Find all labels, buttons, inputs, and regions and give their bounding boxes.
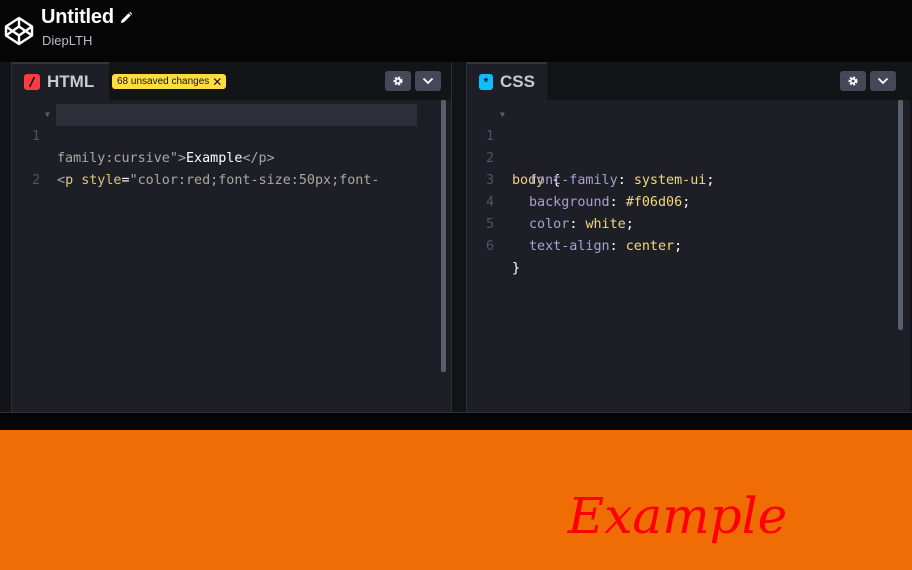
pencil-icon[interactable] (119, 11, 133, 25)
css-code-editor[interactable]: 1 ▼ body { 2 font-family: system-ui; 3 b… (467, 100, 910, 412)
html-icon (24, 74, 40, 90)
close-icon[interactable]: ✕ (212, 75, 222, 89)
tab-html-label: HTML (47, 72, 95, 91)
result-preview: Example (0, 430, 912, 570)
fold-arrow-icon[interactable]: ▼ (500, 104, 505, 126)
tab-css-label: CSS (500, 72, 535, 91)
unsaved-changes-text: 68 unsaved changes (117, 76, 210, 87)
code-line: 2 (12, 148, 77, 188)
author-name[interactable]: DiepLTH (42, 33, 92, 48)
html-tools (385, 71, 441, 91)
html-editor-pane: HTML 68 unsaved changes ✕ 1 ▼ <p style="… (12, 62, 451, 412)
pen-title[interactable]: Untitled (41, 6, 114, 29)
gear-icon (848, 76, 858, 86)
unsaved-changes-badge[interactable]: 68 unsaved changes ✕ (112, 74, 227, 89)
chevron-down-icon (422, 77, 434, 85)
codepen-logo-icon[interactable] (3, 15, 35, 47)
css-settings-button[interactable] (840, 71, 866, 91)
code-text: text-align: center; (529, 239, 683, 254)
code-line: 1 ▼ body { (467, 104, 560, 188)
code-text: family:cursive">Example</p> (57, 151, 275, 166)
html-scrollbar[interactable] (441, 100, 446, 372)
active-line-highlight (56, 104, 417, 126)
pane-resize-handle[interactable] (451, 62, 467, 412)
css-editor-pane: * CSS 1 ▼ body {2 font-family: system-u… (467, 62, 910, 412)
code-text: color: white; (529, 217, 634, 232)
code-line: family:cursive">Example</p> (12, 126, 275, 166)
css-tools (840, 71, 896, 91)
css-icon: * (479, 74, 494, 90)
html-tabbar: HTML 68 unsaved changes ✕ (12, 62, 451, 100)
code-text: <p style="color:red;font-size:50px;font- (57, 173, 380, 188)
header: Untitled DiepLTH (0, 0, 912, 62)
css-collapse-button[interactable] (870, 71, 896, 91)
html-code-editor[interactable]: 1 ▼ <p style="color:red;font-size:50px;f… (12, 100, 451, 412)
code-text: font-family: system-ui; (529, 173, 715, 188)
code-line: 3 background: #f06d06; (467, 148, 690, 210)
code-line: 2 font-family: system-ui; (467, 126, 715, 188)
editor-area: HTML 68 unsaved changes ✕ 1 ▼ <p style="… (0, 62, 912, 412)
line-number: 6 (485, 239, 494, 254)
preview-example-text: Example (567, 487, 788, 545)
html-settings-button[interactable] (385, 71, 411, 91)
css-tabbar: * CSS (467, 62, 910, 100)
code-line: 6 } (467, 214, 532, 276)
chevron-down-icon (877, 77, 889, 85)
left-gutter (0, 62, 12, 412)
code-line: 5 text-align: center; (467, 192, 682, 254)
preview-resize-handle[interactable] (0, 412, 912, 430)
code-text: background: #f06d06; (529, 195, 691, 210)
title-row: Untitled (41, 6, 133, 29)
tab-css[interactable]: * CSS (467, 62, 547, 100)
code-text: } (512, 261, 521, 276)
code-line: 4 color: white; (467, 170, 634, 232)
line-number: 2 (31, 173, 40, 188)
gear-icon (393, 76, 403, 86)
html-collapse-button[interactable] (415, 71, 441, 91)
code-line: 1 ▼ <p style="color:red;font-size:50px;f… (12, 104, 380, 188)
tab-html[interactable]: HTML (12, 62, 109, 100)
fold-arrow-icon[interactable]: ▼ (45, 104, 50, 126)
css-scrollbar[interactable] (898, 100, 903, 330)
